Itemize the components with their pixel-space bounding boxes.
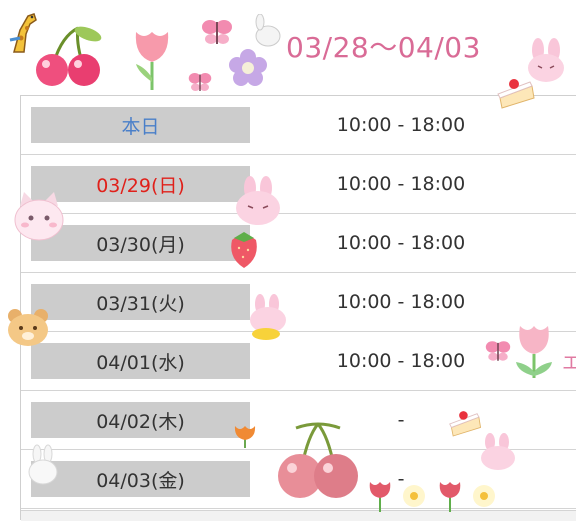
day-label: 04/03(金) (31, 461, 250, 497)
cat-icon (14, 192, 64, 241)
table-row: 03/29(日) 10:00 - 18:00 (21, 155, 576, 214)
table-row: 03/30(月) 10:00 - 18:00 (21, 214, 576, 273)
hours-value: 10:00 - 18:00 (336, 114, 466, 136)
rabbit-icon (236, 176, 280, 225)
rabbit-icon (250, 294, 286, 340)
bunny-outline-icon (255, 14, 281, 47)
hours-value: 10:00 - 18:00 (336, 350, 466, 372)
tulip-icon (516, 326, 552, 378)
tulip-icon (135, 32, 169, 90)
strawberry-icon (231, 232, 257, 268)
hours-value: 10:00 - 18:00 (336, 173, 466, 195)
bear-icon (8, 309, 48, 346)
day-label: 本日 (31, 107, 250, 143)
table-row: 03/31(火) 10:00 - 18:00 (21, 273, 576, 332)
day-label: 04/02(木) (31, 402, 250, 438)
hours-value: 10:00 - 18:00 (336, 232, 466, 254)
cherries-icon (36, 26, 102, 86)
rabbit-icon (481, 433, 515, 470)
cherries-icon (278, 422, 358, 498)
butterfly-icon (202, 20, 232, 44)
butterfly-icon (485, 341, 511, 361)
flower-row-icon (369, 482, 495, 512)
day-label: 03/31(火) (31, 284, 250, 320)
butterfly-icon (188, 73, 212, 91)
page-title: 03/28〜04/03 (286, 31, 481, 64)
hours-value: 10:00 - 18:00 (336, 291, 466, 313)
side-cut-text: エ (562, 352, 576, 374)
bunny-small-icon (28, 444, 58, 485)
table-row: 本日 10:00 - 18:00 (21, 96, 576, 155)
cake-icon (497, 79, 535, 109)
tulip-small-icon (234, 426, 256, 448)
flower-icon (229, 49, 267, 86)
day-label: 04/01(水) (31, 343, 250, 379)
